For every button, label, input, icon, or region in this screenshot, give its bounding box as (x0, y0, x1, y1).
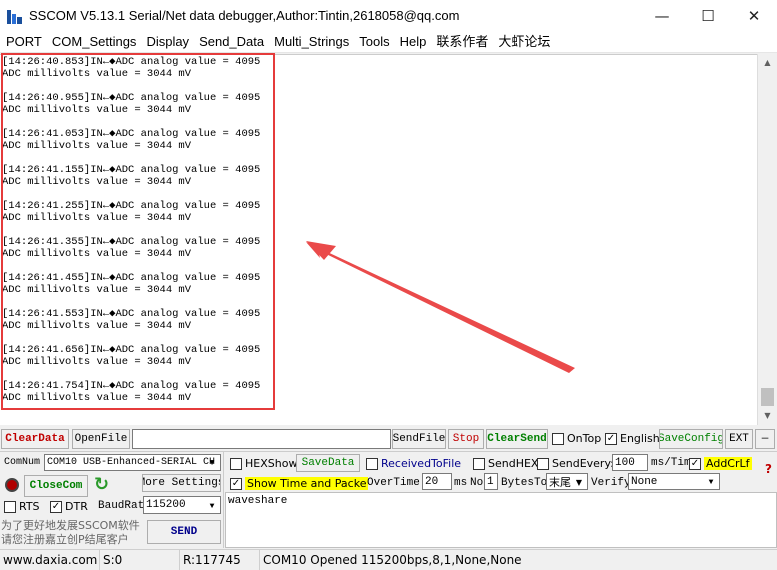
rts-checkbox[interactable]: RTS (4, 500, 40, 513)
verify-label: Verify (591, 477, 631, 489)
add-crlf-checkbox[interactable]: ✓ AddCrLf (689, 457, 752, 470)
menu-display[interactable]: Display (141, 31, 194, 53)
send-every-checkbox[interactable]: SendEvery: (537, 457, 614, 470)
more-settings-button[interactable]: More Settings (142, 474, 221, 492)
file-toolbar: ClearData OpenFile SendFile Stop ClearSe… (0, 428, 777, 450)
log-entry: [14:26:41.155]IN←◆ADC analog value = 409… (2, 164, 261, 188)
log-entry: [14:26:41.255]IN←◆ADC analog value = 409… (2, 200, 261, 224)
title-bar: SSCOM V5.13.1 Serial/Net data debugger,A… (0, 0, 777, 31)
promo-line-2: 请您注册嘉立创P结尾客户 (1, 533, 129, 546)
sent-count: S:0 (100, 549, 180, 570)
collapse-button[interactable]: — (755, 429, 775, 449)
output-scrollbar[interactable]: ▲ ▼ (757, 54, 777, 425)
checkmark-icon: ✓ (230, 477, 242, 490)
chevron-down-icon: ▼ (209, 501, 215, 511)
checkmark-icon: ✓ (605, 432, 617, 445)
clear-data-button[interactable]: ClearData (1, 429, 69, 449)
close-button[interactable]: ✕ (731, 0, 777, 31)
status-bar: www.daxia.com S:0 R:117745 COM10 Opened … (0, 549, 777, 570)
overtime-label: OverTime: (367, 477, 427, 489)
menu-tools[interactable]: Tools (354, 31, 394, 53)
menu-help[interactable]: Help (395, 31, 432, 53)
menu-bar: PORT COM_Settings Display Send_Data Mult… (0, 31, 777, 53)
save-data-button[interactable]: SaveData (296, 454, 360, 472)
scroll-thumb[interactable] (761, 388, 774, 406)
scroll-down-icon[interactable]: ▼ (758, 407, 777, 424)
english-checkbox[interactable]: ✓ English (605, 432, 660, 445)
on-top-checkbox[interactable]: OnTop (552, 432, 601, 445)
end-select[interactable]: 末尾 ▼ (546, 473, 588, 490)
received-count: R:117745 (180, 549, 260, 570)
minimize-button[interactable]: — (639, 0, 685, 31)
window-title: SSCOM V5.13.1 Serial/Net data debugger,A… (29, 8, 460, 23)
close-com-button[interactable]: CloseCom (24, 475, 88, 497)
port-status-icon (5, 478, 19, 492)
refresh-icon[interactable]: ↻ (94, 474, 112, 496)
baudrate-select[interactable]: 115200 ▼ (143, 496, 221, 514)
save-config-button[interactable]: SaveConfig (659, 429, 723, 449)
scroll-up-icon[interactable]: ▲ (758, 54, 777, 71)
log-entry: [14:26:41.754]IN←◆ADC analog value = 409… (2, 380, 261, 404)
log-entry: [14:26:41.553]IN←◆ADC analog value = 409… (2, 308, 261, 332)
log-entry: [14:26:41.053]IN←◆ADC analog value = 409… (2, 128, 261, 152)
ms-label: ms (454, 477, 468, 489)
help-question-icon[interactable]: ? (765, 462, 772, 476)
no-label: No (470, 477, 484, 489)
hex-show-checkbox[interactable]: HEXShow (230, 457, 297, 470)
receive-output[interactable]: [14:26:40.853]IN←◆ADC analog value = 409… (0, 54, 757, 425)
chevron-down-icon: ▼ (708, 478, 714, 487)
send-text-input[interactable]: waveshare (225, 492, 777, 548)
send-hex-checkbox[interactable]: SendHEX (473, 457, 538, 470)
send-button[interactable]: SEND (147, 520, 221, 544)
log-entry: [14:26:41.455]IN←◆ADC analog value = 409… (2, 272, 261, 296)
comnum-label: ComNum (4, 457, 41, 468)
log-entry: [14:26:41.656]IN←◆ADC analog value = 409… (2, 344, 261, 368)
menu-forum[interactable]: 大虾论坛 (493, 31, 555, 53)
send-every-input[interactable]: 100 (612, 454, 648, 471)
maximize-button[interactable]: ☐ (685, 0, 731, 31)
open-file-button[interactable]: OpenFile (72, 429, 130, 449)
clear-send-button[interactable]: ClearSend (486, 429, 548, 449)
stop-button[interactable]: Stop (448, 429, 484, 449)
checkmark-icon: ✓ (689, 457, 701, 470)
send-file-button[interactable]: SendFile (392, 429, 446, 449)
chevron-down-icon: ▼ (209, 459, 215, 468)
log-entry: [14:26:40.853]IN←◆ADC analog value = 409… (2, 56, 261, 80)
file-path-input[interactable] (132, 429, 391, 449)
menu-contact-author[interactable]: 联系作者 (431, 31, 493, 53)
no-input[interactable]: 1 (484, 473, 498, 490)
website-link[interactable]: www.daxia.com (0, 549, 100, 570)
port-info: COM10 Opened 115200bps,8,1,None,None (263, 553, 522, 567)
log-entry: [14:26:41.355]IN←◆ADC analog value = 409… (2, 236, 261, 260)
menu-com-settings[interactable]: COM_Settings (47, 31, 142, 53)
chevron-down-icon: ▼ (575, 478, 583, 487)
app-bar-chart-icon (7, 8, 23, 24)
ms-tim-label: ms/Tim (651, 457, 691, 469)
received-to-file-checkbox[interactable]: ReceivedToFile (366, 457, 461, 470)
verify-select[interactable]: None ▼ (628, 473, 720, 490)
overtime-input[interactable]: 20 (422, 473, 452, 490)
dtr-checkbox[interactable]: ✓ DTR (50, 500, 88, 513)
show-time-checkbox[interactable]: ✓ Show Time and Packe (230, 477, 369, 490)
menu-multi-strings[interactable]: Multi_Strings (269, 31, 354, 53)
menu-port[interactable]: PORT (1, 31, 47, 53)
menu-send-data[interactable]: Send_Data (194, 31, 269, 53)
ext-button[interactable]: EXT (725, 429, 753, 449)
bytes-to-label: BytesTo (501, 477, 548, 489)
com-port-select[interactable]: COM10 USB-Enhanced-SERIAL CH ▼ (44, 454, 221, 471)
log-entry: [14:26:40.955]IN←◆ADC analog value = 409… (2, 92, 261, 116)
checkmark-icon: ✓ (50, 500, 62, 513)
